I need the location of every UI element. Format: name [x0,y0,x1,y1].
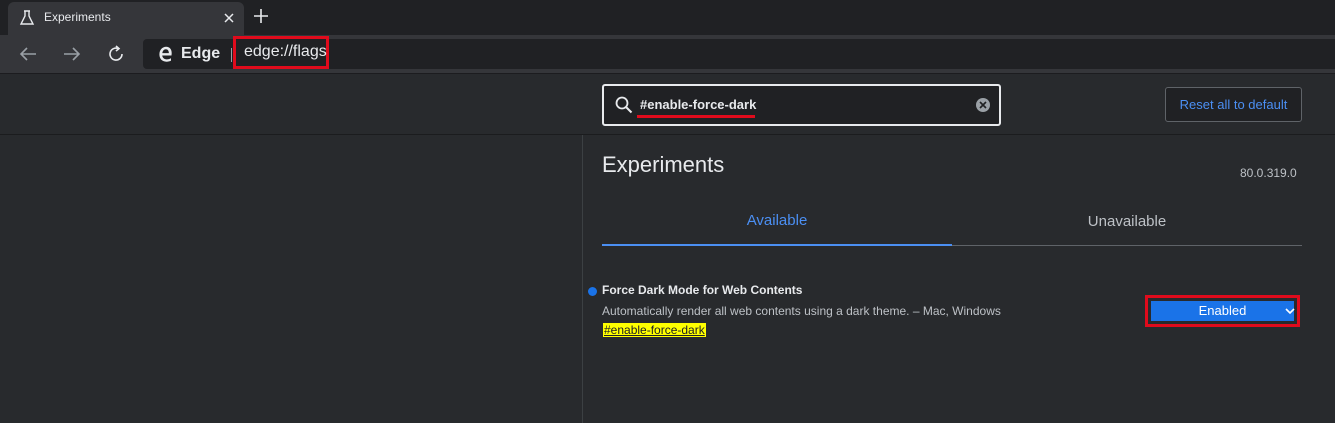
clear-icon[interactable] [975,97,991,113]
tab-title: Experiments [44,10,111,24]
forward-arrow-icon[interactable] [61,43,83,65]
flag-title: Force Dark Mode for Web Contents [602,283,803,297]
search-value-underline [637,115,755,118]
address-separator [231,48,232,62]
modified-indicator-dot [588,287,597,296]
back-arrow-icon[interactable] [17,43,39,65]
flags-header: #enable-force-dark Reset all to default [0,74,1335,135]
url-text[interactable]: edge://flags [244,43,327,61]
edge-brand-label: Edge [181,45,221,62]
select-value: Enabled [1198,303,1247,318]
reset-all-button[interactable]: Reset all to default [1165,87,1302,122]
flask-icon [19,10,35,25]
address-bar[interactable]: Edge edge://flags [143,36,1335,69]
close-icon[interactable] [222,11,236,25]
refresh-icon[interactable] [105,43,127,65]
search-value[interactable]: #enable-force-dark [640,97,756,112]
browser-toolbar: Edge edge://flags [0,35,1335,74]
search-input[interactable]: #enable-force-dark [602,84,1001,126]
version-label: 80.0.319.0 [1240,166,1297,180]
flag-description: Automatically render all web contents us… [602,304,1001,318]
url-highlight-box: edge://flags [233,36,329,69]
flag-permalink[interactable]: #enable-force-dark [603,323,706,337]
new-tab-icon[interactable] [252,7,270,25]
search-icon [615,96,633,114]
flag-state-select[interactable]: Enabled [1151,301,1295,321]
tab-strip: Experiments [0,0,1335,35]
panel-divider [582,135,583,423]
left-panel [0,135,582,423]
edge-logo-icon [159,46,172,62]
select-highlight-box: Enabled [1145,295,1300,327]
tab-unavailable[interactable]: Unavailable [952,213,1302,230]
browser-tab[interactable]: Experiments [8,2,244,35]
tab-available[interactable]: Available [602,212,952,229]
page-title: Experiments [602,152,725,177]
chevron-down-icon [1285,308,1295,315]
active-tab-indicator [602,244,952,246]
